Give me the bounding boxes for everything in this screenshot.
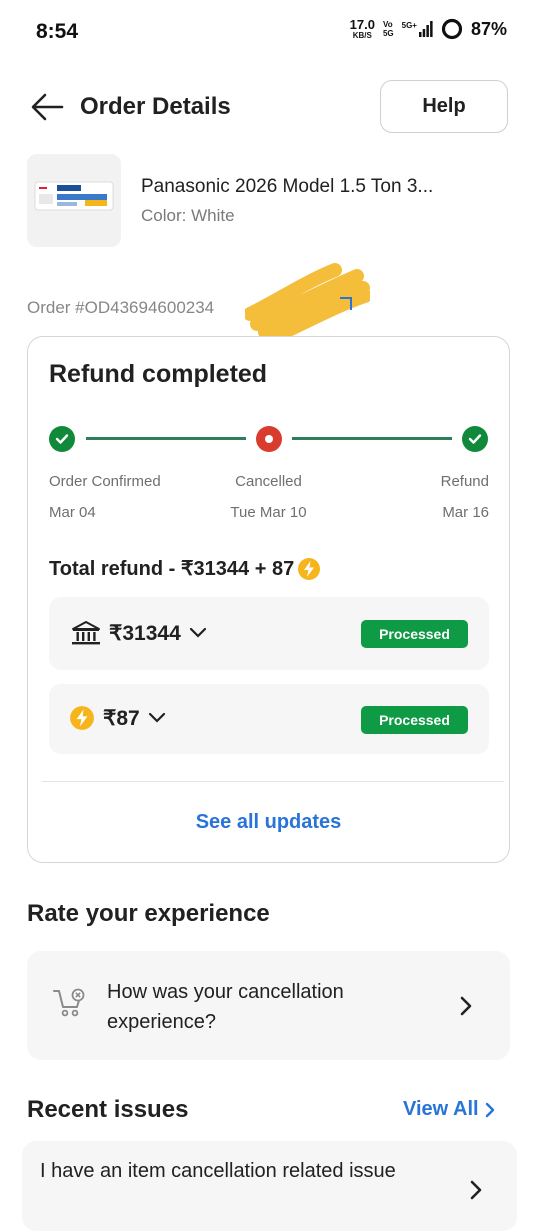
issue-text[interactable]: I have an item cancellation related issu… [40,1160,396,1183]
view-all-link[interactable]: View All [403,1098,495,1121]
rate-section-title: Rate your experience [27,900,270,927]
refund-row-bank[interactable]: ₹31344 Processed [49,597,489,670]
network-speed: 17.0 KB/S [349,16,375,40]
step-label-confirmed: Order Confirmed [49,473,161,490]
step-date-refund: Mar 16 [442,504,489,521]
product-image[interactable] [27,154,121,247]
total-refund-text: Total refund - ₹31344 + 87 [49,558,295,580]
chevron-right-icon[interactable] [459,996,473,1016]
product-name[interactable]: Panasonic 2026 Model 1.5 Ton 3... [141,176,491,198]
refund-amount-supercoin[interactable]: ₹87 [69,705,166,731]
total-refund: Total refund - ₹31344 + 87 [49,556,321,581]
battery-ring-icon [441,18,463,40]
check-icon [468,434,482,444]
signal-icon: 5G+ [402,21,433,37]
step-confirmed-dot [49,426,75,452]
vo-top: Vo [382,20,393,29]
status-time: 8:54 [36,20,79,43]
status-badge: Processed [361,706,468,734]
speed-value: 17.0 [349,16,375,32]
progress-line-1 [86,437,246,440]
progress-line-2 [292,437,452,440]
network-type: 5G+ [401,21,417,30]
volte-indicator: Vo 5G [383,20,394,38]
issue-card[interactable] [22,1141,517,1231]
status-badge: Processed [361,620,468,648]
refund-title: Refund completed [49,360,268,388]
view-all-label: View All [403,1098,479,1120]
help-button[interactable]: Help [380,80,508,133]
step-label-cancelled: Cancelled [235,473,302,490]
supercoin-icon [298,557,321,580]
redaction-scribble [245,263,370,341]
step-label-refund: Refund [440,473,489,490]
page-title: Order Details [80,93,231,120]
refund-row-supercoin[interactable]: ₹87 Processed [49,684,489,754]
refund-amount-bank[interactable]: ₹31344 [71,620,207,646]
rate-question[interactable]: How was your cancellation experience? [107,977,407,1037]
order-id: Order #OD43694600234 [27,298,215,317]
see-all-updates-link[interactable]: See all updates [27,811,510,834]
step-refund-dot [462,426,488,452]
back-arrow-icon [31,93,64,121]
recent-issues-title: Recent issues [27,1096,189,1123]
status-icons: 17.0 KB/S Vo 5G 5G+ 87% [350,18,507,40]
cancel-dot-icon [265,435,273,443]
step-cancelled-dot [256,426,282,452]
check-icon [55,434,69,444]
chevron-down-icon[interactable] [148,712,166,724]
chevron-right-icon[interactable] [469,1180,483,1200]
card-divider [42,781,504,782]
chevron-right-icon [485,1102,494,1117]
refund-amount-supercoin-value: ₹87 [103,706,140,730]
speed-unit: KB/S [352,30,372,40]
chevron-down-icon[interactable] [189,627,207,639]
step-date-cancelled: Tue Mar 10 [230,504,307,521]
refund-amount-bank-value: ₹31344 [109,621,181,645]
vo-bottom: 5G [382,29,394,38]
bank-icon [72,621,100,645]
step-date-confirmed: Mar 04 [49,504,96,521]
cart-cancel-icon [53,988,85,1017]
back-button[interactable] [30,92,64,122]
supercoin-icon [70,706,94,730]
battery-percentage: 87% [470,18,507,39]
product-color: Color: White [141,206,235,225]
